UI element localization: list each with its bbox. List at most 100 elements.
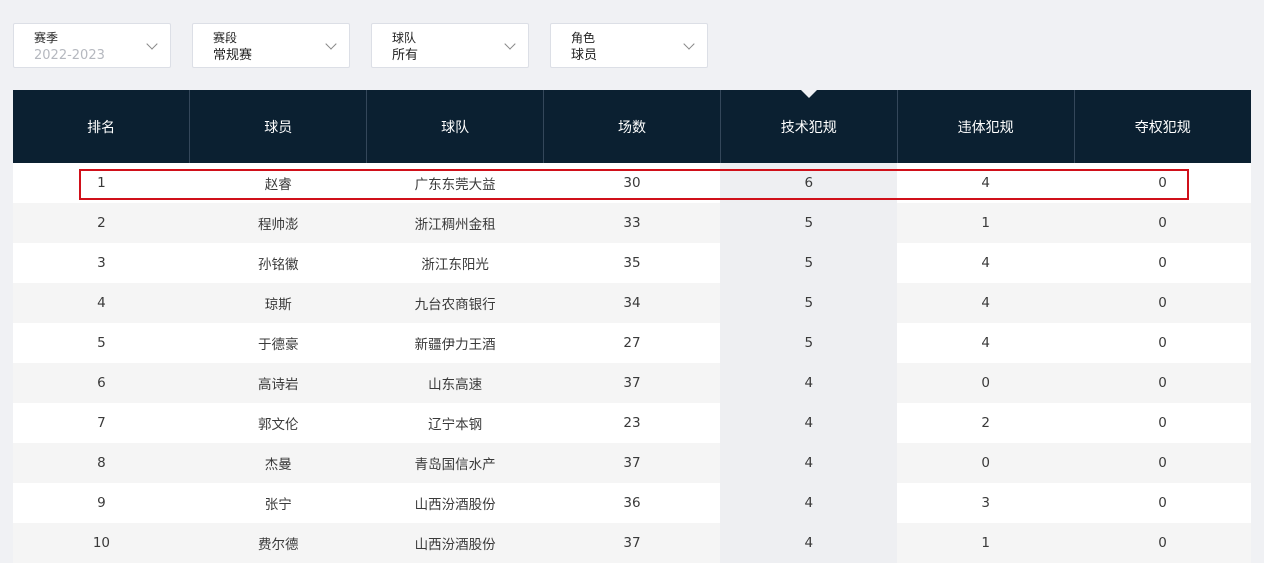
cell-player: 孙铭徽 <box>258 257 299 273</box>
cell-disqualifying-fouls: 0 <box>1158 495 1167 511</box>
cell-flagrant-fouls: 2 <box>981 415 990 431</box>
cell-games: 27 <box>623 335 641 351</box>
cell-games: 34 <box>623 295 641 311</box>
header-team[interactable]: 球队 <box>366 90 544 163</box>
stage-value: 常规赛 <box>213 48 253 63</box>
cell-rank: 6 <box>97 375 106 391</box>
cell-team: 山西汾酒股份 <box>414 537 496 553</box>
cell-rank: 10 <box>92 535 111 551</box>
cell-team: 辽宁本钢 <box>428 417 483 433</box>
cell-games: 37 <box>623 375 641 391</box>
cell-flagrant-fouls: 4 <box>981 255 990 271</box>
role-value: 球员 <box>571 48 598 63</box>
cell-games: 30 <box>623 175 641 191</box>
cell-rank: 4 <box>97 295 106 311</box>
header-flagrant-fouls[interactable]: 违体犯规 <box>896 90 1075 163</box>
cell-technical-fouls: 4 <box>720 363 898 403</box>
header-technical-fouls-label: 技术犯规 <box>780 119 837 136</box>
cell-flagrant-fouls: 4 <box>981 295 990 311</box>
cell-disqualifying-fouls: 0 <box>1158 535 1167 551</box>
cell-technical-fouls: 5 <box>720 283 898 323</box>
season-value: 2022-2023 <box>34 48 105 63</box>
stats-table-container: 排名 球员 球队 场数 技术犯规 违体犯规 夺权犯规 1 赵睿 广东东莞大益 30 6 4… <box>13 90 1251 563</box>
cell-rank: 1 <box>97 175 106 191</box>
cell-flagrant-fouls: 1 <box>981 215 990 231</box>
cell-technical-fouls: 5 <box>720 203 898 243</box>
table-row[interactable]: 5 于德豪 新疆伊力王酒 27 5 4 0 <box>13 323 1251 363</box>
cell-player: 张宁 <box>264 497 292 513</box>
cell-team: 山东高速 <box>428 377 483 393</box>
header-player[interactable]: 球员 <box>189 90 367 163</box>
cell-player: 杰曼 <box>264 457 292 473</box>
table-row[interactable]: 2 程帅澎 浙江稠州金租 33 5 1 0 <box>13 203 1251 243</box>
cell-disqualifying-fouls: 0 <box>1158 415 1167 431</box>
cell-technical-fouls: 4 <box>720 443 898 483</box>
cell-technical-fouls: 4 <box>720 523 898 563</box>
table-row[interactable]: 8 杰曼 青岛国信水产 37 4 0 0 <box>13 443 1251 483</box>
cell-player: 赵睿 <box>264 177 292 193</box>
cell-disqualifying-fouls: 0 <box>1158 335 1167 351</box>
cell-team: 广东东莞大益 <box>414 177 496 193</box>
table-row[interactable]: 4 琼斯 九台农商银行 34 5 4 0 <box>13 283 1251 323</box>
table-row[interactable]: 1 赵睿 广东东莞大益 30 6 4 0 <box>13 163 1251 203</box>
cell-team: 新疆伊力王酒 <box>414 337 496 353</box>
cell-technical-fouls: 4 <box>720 483 898 523</box>
cell-rank: 3 <box>97 255 106 271</box>
team-value: 所有 <box>392 48 419 63</box>
cell-disqualifying-fouls: 0 <box>1158 255 1167 271</box>
cell-rank: 9 <box>97 495 106 511</box>
cell-flagrant-fouls: 4 <box>981 335 990 351</box>
stats-table: 排名 球员 球队 场数 技术犯规 违体犯规 夺权犯规 1 赵睿 广东东莞大益 30 6 4… <box>13 90 1251 563</box>
cell-flagrant-fouls: 4 <box>981 175 990 191</box>
cell-games: 35 <box>623 255 641 271</box>
cell-games: 37 <box>623 535 641 551</box>
stage-select[interactable]: 赛段 常规赛 <box>192 23 350 68</box>
cell-rank: 2 <box>97 215 106 231</box>
cell-rank: 8 <box>97 455 106 471</box>
cell-flagrant-fouls: 3 <box>981 495 990 511</box>
team-select[interactable]: 球队 所有 <box>371 23 529 68</box>
cell-disqualifying-fouls: 0 <box>1158 295 1167 311</box>
cell-team: 山西汾酒股份 <box>414 497 496 513</box>
cell-disqualifying-fouls: 0 <box>1158 215 1167 231</box>
cell-player: 费尔德 <box>258 537 299 553</box>
cell-team: 九台农商银行 <box>414 297 496 313</box>
cell-games: 33 <box>623 215 641 231</box>
cell-team: 浙江东阳光 <box>421 257 489 273</box>
header-rank[interactable]: 排名 <box>13 90 190 163</box>
table-row[interactable]: 10 费尔德 山西汾酒股份 37 4 1 0 <box>13 523 1251 563</box>
cell-technical-fouls: 5 <box>720 243 898 283</box>
sort-indicator-icon <box>800 90 817 98</box>
table-header-row: 排名 球员 球队 场数 技术犯规 违体犯规 夺权犯规 <box>13 90 1251 163</box>
cell-disqualifying-fouls: 0 <box>1158 455 1167 471</box>
cell-player: 郭文伦 <box>258 417 299 433</box>
cell-technical-fouls: 6 <box>720 163 898 203</box>
cell-team: 青岛国信水产 <box>414 457 496 473</box>
cell-player: 于德豪 <box>258 337 299 353</box>
cell-player: 琼斯 <box>264 297 292 313</box>
cell-games: 36 <box>623 495 641 511</box>
cell-games: 37 <box>623 455 641 471</box>
cell-rank: 7 <box>97 415 106 431</box>
table-row[interactable]: 9 张宁 山西汾酒股份 36 4 3 0 <box>13 483 1251 523</box>
table-row[interactable]: 7 郭文伦 辽宁本钢 23 4 2 0 <box>13 403 1251 443</box>
header-games[interactable]: 场数 <box>543 90 721 163</box>
role-select[interactable]: 角色 球员 <box>550 23 708 68</box>
season-select[interactable]: 赛季 2022-2023 <box>13 23 171 68</box>
cell-technical-fouls: 4 <box>720 403 898 443</box>
table-row[interactable]: 3 孙铭徽 浙江东阳光 35 5 4 0 <box>13 243 1251 283</box>
cell-flagrant-fouls: 1 <box>981 535 990 551</box>
cell-player: 程帅澎 <box>258 217 299 233</box>
cell-disqualifying-fouls: 0 <box>1158 175 1167 191</box>
cell-player: 高诗岩 <box>258 377 299 393</box>
header-technical-fouls[interactable]: 技术犯规 <box>719 90 898 163</box>
header-disqualifying-fouls[interactable]: 夺权犯规 <box>1073 90 1251 163</box>
cell-technical-fouls: 5 <box>720 323 898 363</box>
table-row[interactable]: 6 高诗岩 山东高速 37 4 0 0 <box>13 363 1251 403</box>
cell-games: 23 <box>623 415 641 431</box>
cell-disqualifying-fouls: 0 <box>1158 375 1167 391</box>
table-body: 1 赵睿 广东东莞大益 30 6 4 0 2 程帅澎 浙江稠州金租 33 5 1 0 3 孙铭徽 浙江东阳光 35… <box>13 163 1251 563</box>
cell-flagrant-fouls: 0 <box>981 375 990 391</box>
cell-flagrant-fouls: 0 <box>981 455 990 471</box>
cell-rank: 5 <box>97 335 106 351</box>
